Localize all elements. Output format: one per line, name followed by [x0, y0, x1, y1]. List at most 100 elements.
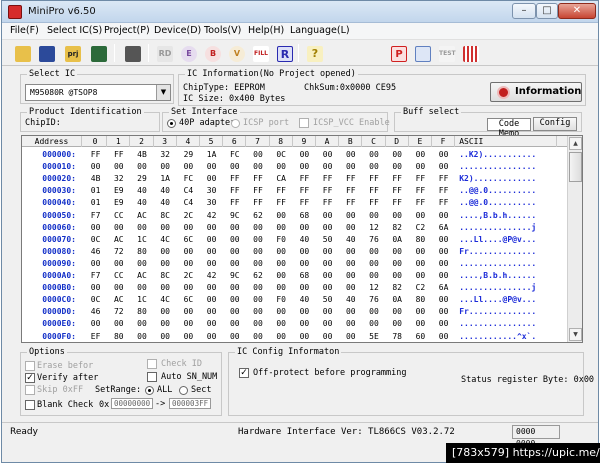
hex-byte-cell[interactable]: 00 — [316, 246, 339, 258]
hex-byte-cell[interactable]: 00 — [432, 210, 455, 222]
hex-byte-cell[interactable]: 00 — [223, 222, 246, 234]
hex-byte-cell[interactable]: 00 — [432, 149, 455, 161]
hex-byte-cell[interactable]: CC — [107, 270, 130, 282]
hex-byte-cell[interactable]: F0 — [270, 234, 293, 246]
hex-byte-cell[interactable]: 00 — [432, 258, 455, 270]
hex-byte-cell[interactable]: 2C — [177, 210, 200, 222]
table-row[interactable]: 0000C0: 0C AC 1C 4C 6C 00 00 00 F0 40 50 40 76 0A 80 00.… — [22, 294, 567, 306]
hex-byte-cell[interactable]: 00 — [130, 222, 153, 234]
help-button[interactable]: ? — [304, 43, 324, 63]
hex-byte-cell[interactable]: 00 — [270, 258, 293, 270]
hex-byte-cell[interactable]: 00 — [339, 222, 362, 234]
hex-byte-cell[interactable]: 00 — [339, 306, 362, 318]
hex-byte-cell[interactable]: 00 — [200, 331, 223, 343]
hex-byte-cell[interactable]: 4B — [84, 173, 107, 185]
hex-byte-cell[interactable]: 0A — [386, 234, 409, 246]
range-from-input[interactable]: 00000000 — [111, 398, 153, 409]
hex-byte-cell[interactable]: C2 — [409, 282, 432, 294]
hex-byte-cell[interactable]: 00 — [246, 161, 269, 173]
hex-byte-cell[interactable]: 32 — [154, 149, 177, 161]
hex-byte-cell[interactable]: 00 — [154, 282, 177, 294]
hex-byte-cell[interactable]: 50 — [316, 234, 339, 246]
hex-byte-cell[interactable]: 00 — [270, 282, 293, 294]
hex-byte-cell[interactable]: 40 — [293, 234, 316, 246]
hex-byte-cell[interactable]: 00 — [246, 149, 269, 161]
hex-byte-cell[interactable]: 01 — [84, 197, 107, 209]
scrollbar-thumb[interactable] — [569, 152, 582, 182]
hex-byte-cell[interactable]: FF — [84, 149, 107, 161]
hex-byte-cell[interactable]: FF — [362, 185, 385, 197]
menu-tools[interactable]: Tools(V) — [204, 25, 241, 36]
hex-byte-cell[interactable]: AC — [130, 210, 153, 222]
test-button[interactable]: TEST — [436, 43, 456, 63]
hex-byte-cell[interactable]: 00 — [362, 318, 385, 330]
scroll-up-arrow-icon[interactable]: ▲ — [569, 137, 582, 150]
hex-byte-cell[interactable]: FF — [339, 197, 362, 209]
hex-byte-cell[interactable]: 00 — [223, 258, 246, 270]
hex-byte-cell[interactable]: 00 — [270, 222, 293, 234]
ic-select-combo[interactable]: M95080R @TSOP8 ▼ — [25, 84, 171, 101]
hex-byte-cell[interactable]: 00 — [154, 306, 177, 318]
table-row[interactable]: 000070: 0C AC 1C 4C 6C 00 00 00 F0 40 50 40 76 0A 80 00.… — [22, 234, 567, 246]
menu-project[interactable]: Project(P) — [104, 25, 150, 36]
hex-byte-cell[interactable]: FF — [293, 185, 316, 197]
hex-byte-cell[interactable]: 9C — [223, 210, 246, 222]
minimize-button[interactable]: – — [512, 3, 536, 19]
menu-language[interactable]: Language(L) — [290, 25, 350, 36]
menu-device[interactable]: Device(D) — [154, 25, 201, 36]
hex-byte-cell[interactable]: FF — [223, 185, 246, 197]
hex-byte-cell[interactable]: 00 — [107, 222, 130, 234]
auto-sn-checkbox[interactable] — [147, 372, 157, 382]
radio-icsp-port[interactable] — [231, 119, 240, 128]
hex-byte-cell[interactable]: 00 — [362, 258, 385, 270]
hex-byte-cell[interactable]: EF — [84, 331, 107, 343]
hex-byte-cell[interactable]: 00 — [107, 282, 130, 294]
hex-byte-cell[interactable]: 76 — [362, 234, 385, 246]
hex-byte-cell[interactable]: C4 — [177, 185, 200, 197]
table-row[interactable]: 000040: 01 E9 40 40 C4 30 FF FF FF FF FF FF FF FF FF FF.… — [22, 197, 567, 209]
hex-byte-cell[interactable]: 00 — [339, 331, 362, 343]
scroll-down-arrow-icon[interactable]: ▼ — [569, 328, 582, 341]
hex-byte-cell[interactable]: 0C — [84, 234, 107, 246]
hex-byte-cell[interactable]: C2 — [409, 222, 432, 234]
range-sect-radio[interactable] — [179, 386, 188, 395]
hex-byte-cell[interactable]: 00 — [339, 210, 362, 222]
hex-byte-cell[interactable]: 00 — [409, 258, 432, 270]
hex-byte-cell[interactable]: 00 — [130, 161, 153, 173]
hex-byte-cell[interactable]: 00 — [177, 306, 200, 318]
hex-byte-cell[interactable]: 1A — [200, 149, 223, 161]
hex-byte-cell[interactable]: 00 — [223, 234, 246, 246]
hex-byte-cell[interactable]: 00 — [223, 331, 246, 343]
hex-byte-cell[interactable]: 00 — [339, 246, 362, 258]
hex-byte-cell[interactable]: 00 — [316, 318, 339, 330]
hex-byte-cell[interactable]: FF — [316, 185, 339, 197]
table-row[interactable]: 000080: 46 72 80 00 00 00 00 00 00 00 00 00 00 00 00 00 F… — [22, 246, 567, 258]
hex-byte-cell[interactable]: 6C — [177, 234, 200, 246]
hex-byte-cell[interactable]: FF — [409, 197, 432, 209]
hex-byte-cell[interactable]: 1C — [130, 294, 153, 306]
hex-byte-cell[interactable]: F7 — [84, 270, 107, 282]
hex-byte-cell[interactable]: 00 — [223, 294, 246, 306]
hex-byte-cell[interactable]: FF — [432, 185, 455, 197]
menu-file[interactable]: File(F) — [10, 25, 39, 36]
program-button[interactable]: R — [274, 43, 294, 63]
blank-check-button[interactable]: B — [202, 43, 222, 63]
hex-byte-cell[interactable]: FF — [409, 173, 432, 185]
hex-byte-cell[interactable]: F7 — [84, 210, 107, 222]
hex-byte-cell[interactable]: 00 — [246, 282, 269, 294]
hex-byte-cell[interactable]: 0C — [270, 149, 293, 161]
information-button[interactable]: Information — [490, 82, 582, 102]
hex-byte-cell[interactable]: 00 — [246, 306, 269, 318]
hex-byte-cell[interactable]: 00 — [293, 282, 316, 294]
hex-byte-cell[interactable]: 00 — [246, 331, 269, 343]
hex-byte-cell[interactable]: 00 — [432, 294, 455, 306]
erase-before-checkbox[interactable] — [25, 361, 35, 371]
title-bar[interactable]: MiniPro v6.50 – □ ✕ — [2, 1, 598, 23]
hex-byte-cell[interactable]: 00 — [316, 270, 339, 282]
hex-byte-cell[interactable]: 00 — [270, 270, 293, 282]
hex-byte-cell[interactable]: 00 — [362, 210, 385, 222]
hex-byte-cell[interactable]: 2C — [177, 270, 200, 282]
hex-byte-cell[interactable]: 00 — [316, 210, 339, 222]
hex-byte-cell[interactable]: 00 — [200, 282, 223, 294]
vertical-scrollbar[interactable]: ▲ ▼ — [567, 136, 582, 342]
